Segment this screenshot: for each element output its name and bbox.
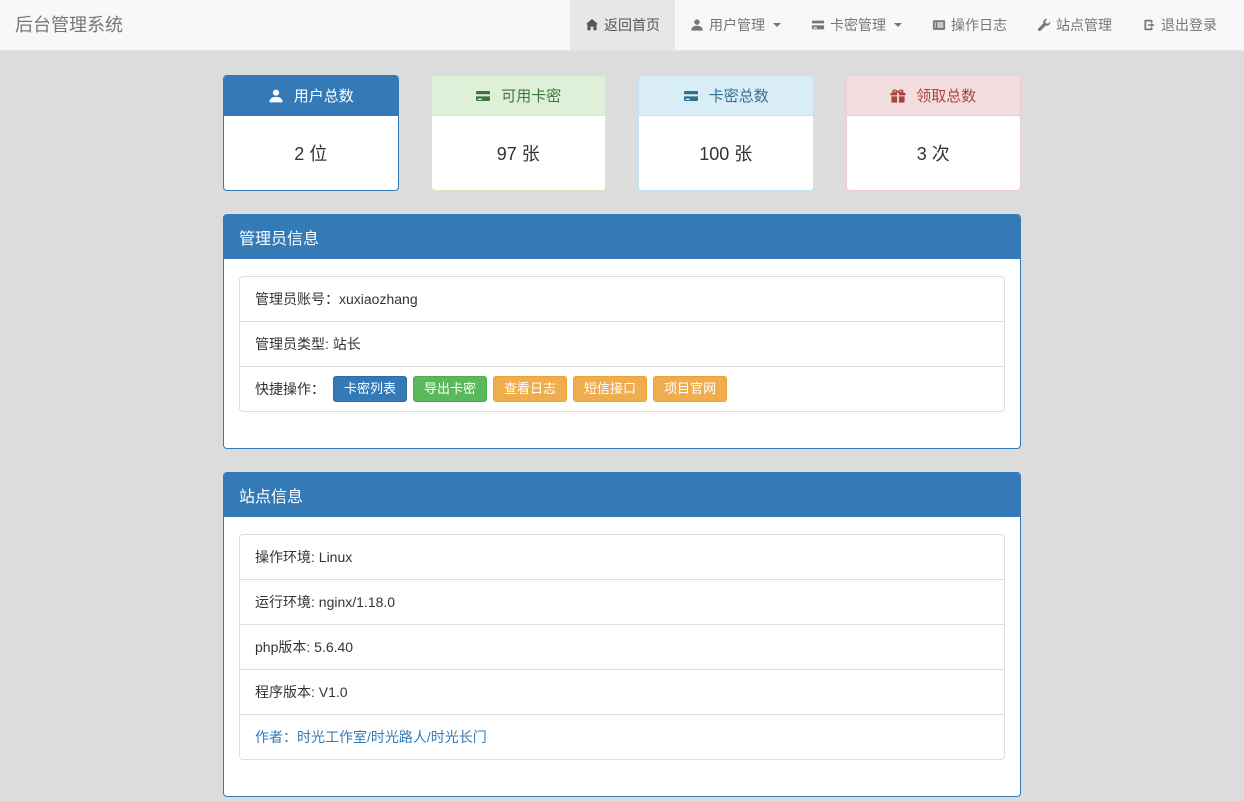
- nav-operation-log-label: 操作日志: [951, 15, 1007, 35]
- author-link[interactable]: 作者：时光工作室/时光路人/时光长门: [255, 729, 487, 745]
- stat-card-available-cards-header: 可用卡密: [432, 76, 606, 116]
- stat-label: 领取总数: [916, 85, 976, 106]
- list-alt-icon: [932, 18, 946, 32]
- stat-card-total-cards-header: 卡密总数: [639, 76, 813, 116]
- stat-value: 3 次: [847, 116, 1021, 190]
- nav-operation-log[interactable]: 操作日志: [917, 0, 1022, 50]
- app-version-row: 程序版本: V1.0: [240, 669, 1004, 714]
- quick-btn-sms-api[interactable]: 短信接口: [573, 376, 647, 402]
- caret-down-icon: [773, 23, 781, 27]
- credit-card-icon: [811, 18, 825, 32]
- navbar: 后台管理系统 返回首页 用户管理 卡密管理 操作日志 站点管理 退出登录: [0, 0, 1244, 51]
- site-info-panel-title: 站点信息: [224, 473, 1020, 517]
- app-title: 后台管理系统: [0, 0, 138, 50]
- navbar-menu: 返回首页 用户管理 卡密管理 操作日志 站点管理 退出登录: [570, 0, 1244, 50]
- stat-label: 可用卡密: [501, 85, 561, 106]
- stat-card-available-cards: 可用卡密 97 张: [431, 75, 607, 191]
- site-info-list: 操作环境: Linux 运行环境: nginx/1.18.0 php版本: 5.…: [239, 534, 1005, 760]
- admin-info-panel-body: 管理员账号：xuxiaozhang 管理员类型: 站长 快捷操作： 卡密列表 导…: [224, 259, 1020, 448]
- nav-user-management-label: 用户管理: [709, 15, 765, 35]
- server-row: 运行环境: nginx/1.18.0: [240, 579, 1004, 624]
- quick-btn-export-cards[interactable]: 导出卡密: [413, 376, 487, 402]
- nav-logout[interactable]: 退出登录: [1127, 0, 1232, 50]
- wrench-icon: [1037, 18, 1051, 32]
- php-version-row: php版本: 5.6.40: [240, 624, 1004, 669]
- gift-icon: [890, 88, 906, 104]
- site-info-panel: 站点信息 操作环境: Linux 运行环境: nginx/1.18.0 php版…: [223, 472, 1021, 797]
- stat-value: 97 张: [432, 116, 606, 190]
- caret-down-icon: [894, 23, 902, 27]
- credit-card-icon: [475, 88, 491, 104]
- nav-home[interactable]: 返回首页: [570, 0, 675, 50]
- nav-site-management-label: 站点管理: [1056, 15, 1112, 35]
- user-icon: [690, 18, 704, 32]
- os-row: 操作环境: Linux: [240, 535, 1004, 579]
- site-info-panel-body: 操作环境: Linux 运行环境: nginx/1.18.0 php版本: 5.…: [224, 517, 1020, 796]
- nav-card-management-label: 卡密管理: [830, 15, 886, 35]
- quick-actions-label: 快捷操作：: [255, 379, 325, 399]
- main-content: 用户总数 2 位 可用卡密 97 张 卡密总数 100 张 领取总数 3 次: [223, 75, 1021, 797]
- admin-type-row: 管理员类型: 站长: [240, 321, 1004, 366]
- stat-card-total-claims-header: 领取总数: [847, 76, 1021, 116]
- admin-info-panel-title: 管理员信息: [224, 215, 1020, 259]
- author-row: 作者：时光工作室/时光路人/时光长门: [240, 714, 1004, 759]
- quick-btn-card-list[interactable]: 卡密列表: [333, 376, 407, 402]
- nav-home-label: 返回首页: [604, 15, 660, 35]
- admin-account-row: 管理员账号：xuxiaozhang: [240, 277, 1004, 321]
- nav-logout-label: 退出登录: [1161, 15, 1217, 35]
- admin-info-panel: 管理员信息 管理员账号：xuxiaozhang 管理员类型: 站长 快捷操作： …: [223, 214, 1021, 449]
- nav-card-management[interactable]: 卡密管理: [796, 0, 917, 50]
- stat-card-users: 用户总数 2 位: [223, 75, 399, 191]
- admin-info-list: 管理员账号：xuxiaozhang 管理员类型: 站长 快捷操作： 卡密列表 导…: [239, 276, 1005, 412]
- nav-user-management[interactable]: 用户管理: [675, 0, 796, 50]
- quick-btn-official-site[interactable]: 项目官网: [653, 376, 727, 402]
- logout-icon: [1142, 18, 1156, 32]
- stat-label: 卡密总数: [709, 85, 769, 106]
- quick-btn-view-logs[interactable]: 查看日志: [493, 376, 567, 402]
- user-icon: [268, 88, 284, 104]
- stat-label: 用户总数: [294, 85, 354, 106]
- stat-card-total-cards: 卡密总数 100 张: [638, 75, 814, 191]
- credit-card-icon: [683, 88, 699, 104]
- stats-row: 用户总数 2 位 可用卡密 97 张 卡密总数 100 张 领取总数 3 次: [223, 75, 1021, 191]
- quick-actions-row: 快捷操作： 卡密列表 导出卡密 查看日志 短信接口 项目官网: [240, 366, 1004, 411]
- nav-site-management[interactable]: 站点管理: [1022, 0, 1127, 50]
- home-icon: [585, 18, 599, 32]
- stat-value: 100 张: [639, 116, 813, 190]
- stat-card-total-claims: 领取总数 3 次: [846, 75, 1022, 191]
- stat-value: 2 位: [224, 116, 398, 190]
- stat-card-users-header: 用户总数: [224, 76, 398, 116]
